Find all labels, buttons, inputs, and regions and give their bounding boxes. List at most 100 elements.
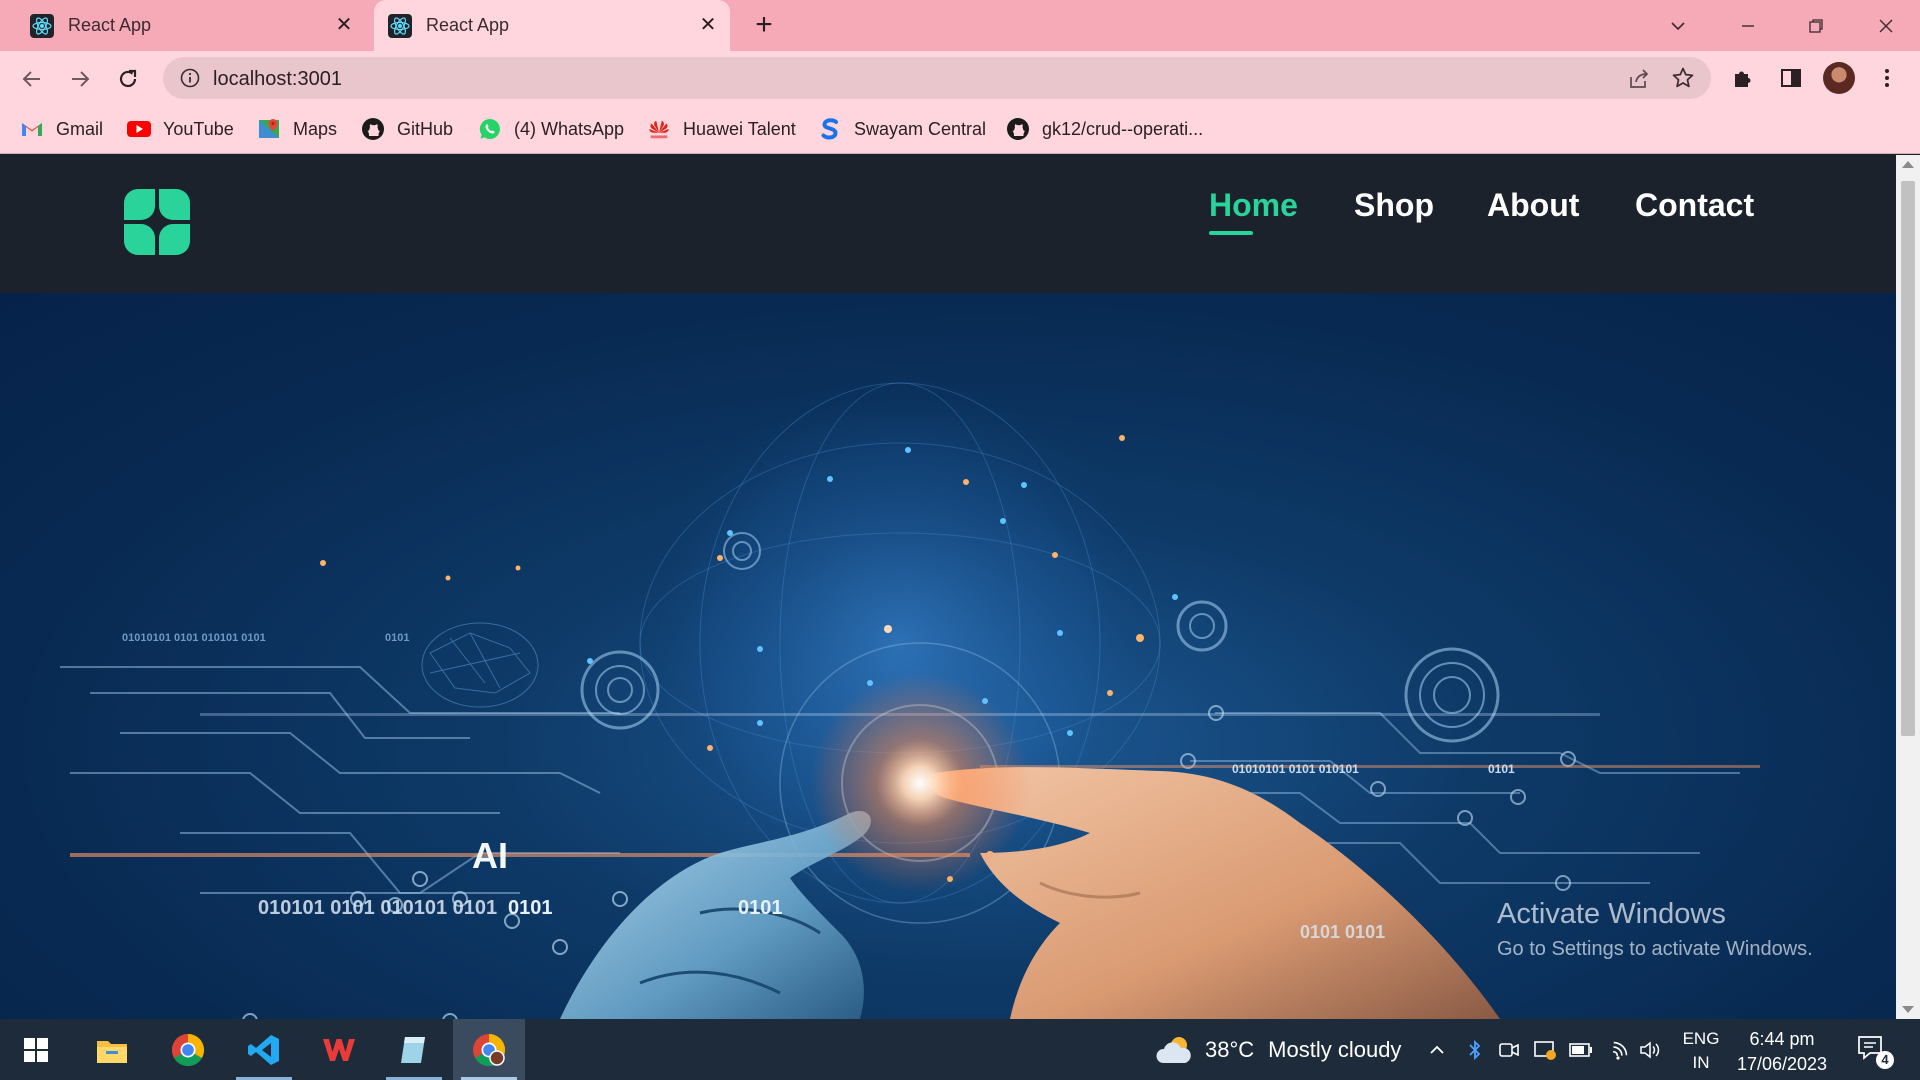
bookmark-label: GitHub [397, 118, 454, 139]
react-logo-icon [30, 13, 54, 38]
circuit-lines-left [60, 666, 620, 894]
taskbar-file-explorer[interactable] [76, 1019, 148, 1080]
vscode-icon [248, 1034, 279, 1065]
nav-shop[interactable]: Shop [1354, 187, 1434, 224]
bookmark-star-icon[interactable] [1671, 66, 1695, 90]
nav-home[interactable]: Home [1209, 187, 1298, 224]
activate-windows-title: Activate Windows [1497, 898, 1726, 930]
scrollbar-thumb[interactable] [1901, 181, 1915, 736]
bookmark-gk12-crud[interactable]: gk12/crud--operati... [1006, 106, 1203, 152]
nav-contact[interactable]: Contact [1635, 187, 1754, 224]
taskbar-chrome-profile[interactable] [453, 1019, 525, 1080]
brand-logo-icon[interactable] [122, 187, 192, 257]
new-tab-button[interactable]: + [748, 10, 780, 42]
side-panel-icon[interactable] [1774, 61, 1808, 95]
weather-widget[interactable]: 38°C Mostly cloudy [1155, 1019, 1401, 1080]
windows-logo-icon [24, 1037, 48, 1062]
show-hidden-icons-chevron-icon[interactable] [1424, 1037, 1450, 1063]
browser-toolbar: localhost:3001 [0, 51, 1920, 106]
address-bar[interactable]: localhost:3001 [163, 57, 1711, 99]
scroll-up-arrow-icon[interactable] [1902, 161, 1914, 168]
taskbar-wps-office[interactable] [303, 1019, 375, 1080]
binary-text: 0101 [738, 897, 783, 919]
whatsapp-icon [478, 117, 502, 141]
close-tab-icon[interactable]: ✕ [332, 13, 356, 37]
clock-date: 17/06/2023 [1736, 1054, 1828, 1074]
bookmark-label: gk12/crud--operati... [1042, 118, 1204, 139]
clock-time: 6:44 pm [1749, 1029, 1815, 1049]
taskbar-notes[interactable] [378, 1019, 450, 1080]
back-arrow-icon[interactable] [14, 61, 50, 97]
hero-image-ai-touch: 01010101 0101 010101 0101 0101 0101 0101… [0, 293, 1896, 1019]
binary-text: 0101 [385, 632, 409, 644]
meet-now-icon[interactable] [1496, 1037, 1522, 1063]
bookmark-label: YouTube [163, 118, 234, 139]
volume-icon[interactable] [1638, 1037, 1664, 1063]
profile-avatar[interactable] [1822, 61, 1856, 95]
region-code: IN [1692, 1053, 1710, 1072]
close-tab-icon[interactable]: ✕ [696, 13, 720, 37]
taskbar-chrome[interactable] [152, 1019, 224, 1080]
binary-text: 01010101 0101 010101 [1232, 762, 1359, 776]
language-code: ENG [1682, 1029, 1720, 1048]
binary-text: 0101 0101 [1300, 922, 1385, 942]
wps-office-icon [323, 1038, 355, 1061]
scroll-down-arrow-icon[interactable] [1902, 1006, 1914, 1013]
forward-arrow-icon[interactable] [62, 61, 98, 97]
notes-app-icon [401, 1036, 425, 1063]
url-text[interactable]: localhost:3001 [213, 68, 342, 91]
binary-text: 010101 0101 010101 0101 [258, 897, 497, 919]
share-icon[interactable] [1627, 67, 1651, 91]
bookmarks-bar: Gmail YouTube Maps GitHub (4) WhatsApp H… [0, 106, 1920, 154]
windows-taskbar: 38°C Mostly cloudy ENG IN 6:44 pm 17/06/… [0, 1019, 1920, 1080]
youtube-icon [127, 117, 151, 141]
update-notice-icon[interactable] [1532, 1037, 1558, 1063]
close-window-icon[interactable] [1868, 8, 1904, 44]
notification-center-button[interactable]: 4 [1856, 1033, 1896, 1069]
bookmark-huawei-talent[interactable]: Huawei Talent [647, 106, 796, 152]
bookmark-whatsapp[interactable]: (4) WhatsApp [478, 106, 624, 152]
bookmark-label: Maps [293, 118, 338, 139]
menu-kebab-icon[interactable] [1870, 61, 1904, 95]
tab-react-app-1[interactable]: React App ✕ [0, 0, 366, 51]
binary-text: 0101 [508, 897, 553, 919]
ai-label: AI [472, 835, 508, 876]
tab-react-app-2[interactable]: React App ✕ [374, 0, 730, 51]
tab-search-chevron-icon[interactable] [1660, 8, 1696, 44]
avatar[interactable] [1823, 62, 1855, 94]
taskbar-vscode[interactable] [228, 1019, 300, 1080]
site-header: Home Shop About Contact [0, 155, 1896, 293]
huawei-icon [647, 117, 671, 141]
weather-description: Mostly cloudy [1268, 1036, 1402, 1062]
react-logo-icon [388, 13, 412, 38]
web-page: Home Shop About Contact 01010101 0101 01… [0, 155, 1896, 1019]
system-clock[interactable]: 6:44 pm 17/06/2023 [1722, 1027, 1842, 1077]
input-language-indicator[interactable]: ENG IN [1676, 1027, 1726, 1075]
extensions-puzzle-icon[interactable] [1726, 61, 1760, 95]
swayam-icon [818, 117, 842, 141]
github-icon [1006, 117, 1030, 141]
circuit-nodes-left [242, 871, 628, 1019]
site-info-icon[interactable] [179, 67, 201, 89]
bookmark-swayam-central[interactable]: Swayam Central [818, 106, 986, 152]
restore-icon[interactable] [1798, 8, 1834, 44]
bookmark-github[interactable]: GitHub [361, 106, 453, 152]
bluetooth-icon[interactable] [1462, 1037, 1488, 1063]
chrome-icon [171, 1033, 205, 1066]
page-scrollbar[interactable] [1896, 155, 1920, 1019]
chrome-profile-icon [473, 1033, 506, 1066]
bookmark-youtube[interactable]: YouTube [127, 106, 234, 152]
minimize-icon[interactable] [1730, 8, 1766, 44]
reload-icon[interactable] [110, 61, 146, 97]
bookmark-maps[interactable]: Maps [257, 106, 337, 152]
wifi-icon[interactable] [1605, 1037, 1631, 1063]
bookmark-label: (4) WhatsApp [514, 118, 625, 139]
activate-windows-subtitle: Go to Settings to activate Windows. [1497, 938, 1813, 960]
gmail-icon [20, 117, 44, 141]
nav-about[interactable]: About [1487, 187, 1579, 224]
brain-wireframe [421, 622, 539, 708]
battery-icon[interactable] [1568, 1037, 1594, 1063]
start-button[interactable] [0, 1019, 72, 1080]
screen: React App ✕ React App ✕ + localhost:3001… [0, 0, 1920, 1080]
bookmark-gmail[interactable]: Gmail [20, 106, 103, 152]
